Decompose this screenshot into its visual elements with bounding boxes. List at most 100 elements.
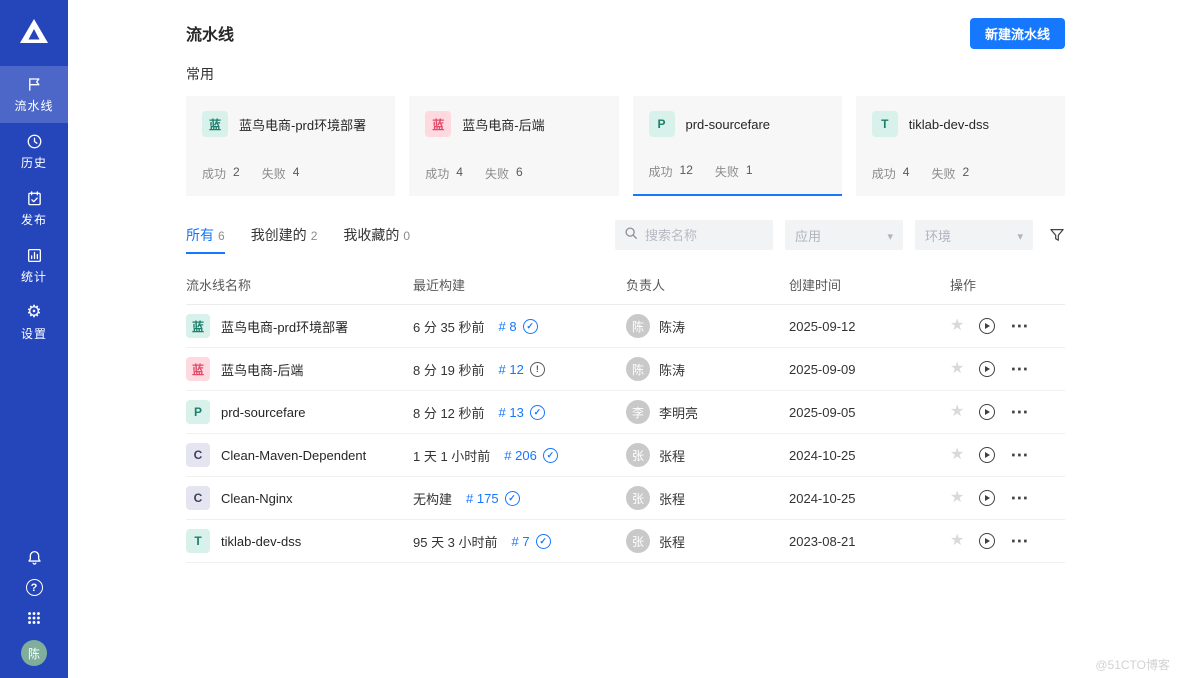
list-toolbar: 所有6 我创建的2 我收藏的0 应用 环境 <box>186 220 1065 254</box>
pipeline-card[interactable]: 蓝 蓝鸟电商-后端 成功4 失败6 <box>409 96 618 196</box>
pipeline-badge: 蓝 <box>425 111 451 137</box>
run-play-icon[interactable] <box>979 533 995 549</box>
user-avatar[interactable]: 陈 <box>21 640 47 666</box>
search-input[interactable] <box>645 228 764 243</box>
pipeline-table: 流水线名称 最近构建 负责人 创建时间 操作 蓝蓝鸟电商-prd环境部署 6 分… <box>186 266 1065 563</box>
pipeline-icon <box>26 75 43 93</box>
build-number-link[interactable]: # 8 <box>499 319 517 334</box>
created-date: 2025-09-12 <box>789 319 856 334</box>
created-date: 2023-08-21 <box>789 534 856 549</box>
build-number-link[interactable]: # 7 <box>512 534 530 549</box>
sidebar-item-label: 发布 <box>21 211 47 228</box>
run-play-icon[interactable] <box>979 404 995 420</box>
page-title: 流水线 <box>186 21 234 45</box>
build-status-icon <box>536 534 551 549</box>
sidebar: 流水线 历史 发布 统计 设置 <box>0 0 68 678</box>
chevron-down-icon <box>887 228 893 243</box>
owner-avatar: 张 <box>626 529 650 553</box>
more-actions-icon[interactable] <box>1010 446 1028 464</box>
settings-gear-icon <box>26 303 41 321</box>
owner-name: 陈涛 <box>659 317 685 336</box>
table-row[interactable]: 蓝蓝鸟电商-后端 8 分 19 秒前# 12 陈陈涛 2025-09-09 <box>186 348 1065 391</box>
notification-bell-icon[interactable] <box>26 548 43 566</box>
card-header: 蓝 蓝鸟电商-后端 <box>425 111 602 137</box>
run-play-icon[interactable] <box>979 447 995 463</box>
common-section-title: 常用 <box>186 64 1065 84</box>
table-row[interactable]: 蓝蓝鸟电商-prd环境部署 6 分 35 秒前# 8 陈陈涛 2025-09-1… <box>186 305 1065 348</box>
favorite-star-icon[interactable] <box>950 318 964 334</box>
tab-all[interactable]: 所有6 <box>186 225 225 254</box>
run-play-icon[interactable] <box>979 490 995 506</box>
owner-name: 张程 <box>659 532 685 551</box>
card-pipeline-name: prd-sourcefare <box>686 117 771 132</box>
release-icon <box>26 189 43 207</box>
stats-icon <box>26 246 43 264</box>
pipeline-name[interactable]: 蓝鸟电商-prd环境部署 <box>221 317 348 336</box>
success-stat: 成功4 <box>425 165 463 182</box>
toolbar-filters: 应用 环境 <box>615 220 1065 254</box>
tab-favorites[interactable]: 我收藏的0 <box>343 225 410 254</box>
table-row[interactable]: Ttiklab-dev-dss 95 天 3 小时前# 7 张张程 2023-0… <box>186 520 1065 563</box>
created-date: 2025-09-09 <box>789 362 856 377</box>
sidebar-item-history[interactable]: 历史 <box>0 123 68 180</box>
col-created: 创建时间 <box>789 266 950 305</box>
card-stats: 成功4 失败2 <box>872 165 1049 182</box>
more-actions-icon[interactable] <box>1010 317 1028 335</box>
favorite-star-icon[interactable] <box>950 447 964 463</box>
pipeline-name[interactable]: Clean-Nginx <box>221 491 293 506</box>
card-header: T tiklab-dev-dss <box>872 111 1049 137</box>
table-row[interactable]: Pprd-sourcefare 8 分 12 秒前# 13 李李明亮 2025-… <box>186 391 1065 434</box>
sidebar-item-stats[interactable]: 统计 <box>0 237 68 294</box>
app-select[interactable]: 应用 <box>785 220 903 250</box>
pipeline-card[interactable]: P prd-sourcefare 成功12 失败1 <box>633 96 842 196</box>
sidebar-bottom: 陈 <box>21 548 47 678</box>
created-date: 2024-10-25 <box>789 448 856 463</box>
table-header-row: 流水线名称 最近构建 负责人 创建时间 操作 <box>186 266 1065 305</box>
sidebar-item-release[interactable]: 发布 <box>0 180 68 237</box>
more-actions-icon[interactable] <box>1010 360 1028 378</box>
favorite-star-icon[interactable] <box>950 361 964 377</box>
pipeline-name[interactable]: tiklab-dev-dss <box>221 534 301 549</box>
watermark: @51CTO博客 <box>1095 656 1170 673</box>
favorite-star-icon[interactable] <box>950 533 964 549</box>
table-row[interactable]: CClean-Nginx 无构建# 175 张张程 2024-10-25 <box>186 477 1065 520</box>
pipeline-name[interactable]: 蓝鸟电商-后端 <box>221 360 303 379</box>
more-actions-icon[interactable] <box>1010 532 1028 550</box>
apps-grid-icon[interactable] <box>26 609 42 627</box>
tab-created-by-me[interactable]: 我创建的2 <box>251 225 318 254</box>
run-play-icon[interactable] <box>979 318 995 334</box>
success-stat: 成功12 <box>649 163 693 180</box>
sidebar-item-settings[interactable]: 设置 <box>0 294 68 351</box>
favorite-star-icon[interactable] <box>950 490 964 506</box>
env-select[interactable]: 环境 <box>915 220 1033 250</box>
more-actions-icon[interactable] <box>1010 403 1028 421</box>
build-status-icon <box>530 362 545 377</box>
more-actions-icon[interactable] <box>1010 489 1028 507</box>
build-number-link[interactable]: # 175 <box>466 491 499 506</box>
fail-stat: 失败2 <box>931 165 969 182</box>
pipeline-name[interactable]: prd-sourcefare <box>221 405 306 420</box>
favorite-star-icon[interactable] <box>950 404 964 420</box>
card-pipeline-name: tiklab-dev-dss <box>909 117 989 132</box>
build-status-icon <box>505 491 520 506</box>
build-number-link[interactable]: # 13 <box>499 405 524 420</box>
pipeline-badge: P <box>649 111 675 137</box>
pipeline-card[interactable]: T tiklab-dev-dss 成功4 失败2 <box>856 96 1065 196</box>
build-number-link[interactable]: # 12 <box>499 362 524 377</box>
created-date: 2025-09-05 <box>789 405 856 420</box>
pipeline-badge: T <box>186 529 210 553</box>
table-row[interactable]: CClean-Maven-Dependent 1 天 1 小时前# 206 张张… <box>186 434 1065 477</box>
filter-funnel-icon[interactable] <box>1049 225 1065 245</box>
build-number-link[interactable]: # 206 <box>504 448 537 463</box>
card-stats: 成功2 失败4 <box>202 165 379 182</box>
new-pipeline-button[interactable]: 新建流水线 <box>970 18 1065 49</box>
col-pipeline-name: 流水线名称 <box>186 266 413 305</box>
sidebar-item-pipeline[interactable]: 流水线 <box>0 66 68 123</box>
card-pipeline-name: 蓝鸟电商-后端 <box>462 115 544 134</box>
fail-stat: 失败4 <box>262 165 300 182</box>
run-play-icon[interactable] <box>979 361 995 377</box>
help-icon[interactable] <box>26 579 43 596</box>
page-header: 流水线 新建流水线 <box>186 14 1065 52</box>
pipeline-card[interactable]: 蓝 蓝鸟电商-prd环境部署 成功2 失败4 <box>186 96 395 196</box>
pipeline-name[interactable]: Clean-Maven-Dependent <box>221 448 366 463</box>
